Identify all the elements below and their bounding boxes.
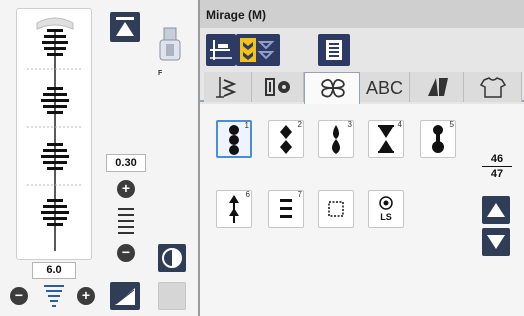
stitch-edit-icon bbox=[210, 40, 232, 60]
pattern-cell-7[interactable]: 7 bbox=[268, 190, 304, 228]
tab-buttonholes[interactable] bbox=[252, 72, 304, 102]
pattern-number: 6 bbox=[245, 190, 250, 199]
pattern-cell-4[interactable]: 4 bbox=[368, 120, 404, 158]
stitch-length-icon bbox=[118, 208, 134, 234]
tab-alphabets-label: ABC bbox=[365, 78, 403, 98]
needle-position-top-button[interactable] bbox=[110, 12, 140, 42]
window-title: Mirage (M) bbox=[206, 8, 266, 22]
slope-icon bbox=[115, 288, 135, 305]
pattern-number: 5 bbox=[449, 120, 454, 129]
stitch-preview bbox=[16, 8, 92, 260]
presser-foot-icon bbox=[156, 26, 184, 68]
page-total: 47 bbox=[490, 168, 504, 180]
pattern-ls-label: LS bbox=[380, 212, 392, 222]
stitch-selection-panel: Mirage (M) ABC 1 2 3 4 5 6 7 LS 46 47 bbox=[198, 0, 524, 316]
pattern-number: 2 bbox=[297, 120, 302, 129]
elongation-button[interactable] bbox=[110, 282, 140, 310]
pattern-number: 1 bbox=[244, 121, 249, 130]
stitch-category-tabs: ABC bbox=[200, 72, 524, 104]
mirror-image-button[interactable] bbox=[158, 244, 186, 272]
stitch-length-value: 0.30 bbox=[106, 154, 146, 172]
pattern-grid: 1 2 3 4 5 6 7 LS 46 47 bbox=[200, 104, 524, 316]
quilt-icon bbox=[428, 78, 448, 96]
title-bar: Mirage (M) bbox=[200, 0, 524, 28]
pattern-cell-empty-square[interactable] bbox=[318, 190, 354, 228]
tab-quilt-stitches[interactable] bbox=[410, 72, 464, 102]
pattern-number: 3 bbox=[347, 120, 352, 129]
pattern-cell-3[interactable]: 3 bbox=[318, 120, 354, 158]
buttonhole-icon bbox=[265, 78, 290, 96]
stitch-length-plus-button[interactable]: + bbox=[117, 180, 135, 198]
stitch-width-icon bbox=[44, 285, 64, 307]
pattern-cell-1[interactable]: 1 bbox=[216, 120, 252, 158]
tab-alphabets[interactable]: ABC bbox=[360, 72, 410, 102]
stitch-width-value: 6.0 bbox=[32, 262, 76, 279]
needle-stitch-icon bbox=[216, 77, 237, 98]
combination-icon bbox=[240, 38, 275, 62]
page-indicator: 46 47 bbox=[482, 152, 512, 181]
page-up-button[interactable] bbox=[482, 196, 510, 224]
combination-mode-button[interactable] bbox=[236, 34, 280, 66]
menu-list-icon bbox=[326, 40, 342, 60]
mirror-icon bbox=[162, 248, 182, 268]
pattern-number: 4 bbox=[397, 120, 402, 129]
tab-garment-stitches[interactable] bbox=[464, 72, 522, 102]
stitch-edit-button[interactable] bbox=[206, 34, 236, 66]
pattern-cell-6[interactable]: 6 bbox=[216, 190, 252, 228]
stitch-width-minus-button[interactable]: − bbox=[10, 287, 28, 305]
arrow-up-bar-icon bbox=[116, 17, 134, 36]
decorative-stitch-icon bbox=[321, 78, 345, 98]
stitch-menu-button[interactable] bbox=[318, 34, 350, 66]
presser-foot-label: F bbox=[158, 70, 163, 77]
pattern-dotted-square-icon bbox=[328, 201, 344, 217]
triangle-up-icon bbox=[487, 203, 505, 217]
page-down-button[interactable] bbox=[482, 228, 510, 256]
triangle-down-icon bbox=[487, 235, 505, 249]
shirt-icon bbox=[479, 77, 507, 98]
stitch-settings-panel: F 0.30 + − 6.0 − + bbox=[0, 0, 198, 316]
blank-button[interactable] bbox=[158, 282, 186, 310]
pattern-cell-5[interactable]: 5 bbox=[420, 120, 456, 158]
page-current: 46 bbox=[482, 152, 512, 167]
stitch-length-minus-button[interactable]: − bbox=[117, 244, 135, 262]
tab-decorative-stitches[interactable] bbox=[304, 72, 360, 104]
pattern-cell-2[interactable]: 2 bbox=[268, 120, 304, 158]
pattern-number: 7 bbox=[297, 190, 302, 199]
pattern-cell-ls[interactable]: LS bbox=[368, 190, 404, 228]
stitch-width-plus-button[interactable]: + bbox=[77, 287, 95, 305]
tab-utility-stitches[interactable] bbox=[204, 72, 252, 102]
